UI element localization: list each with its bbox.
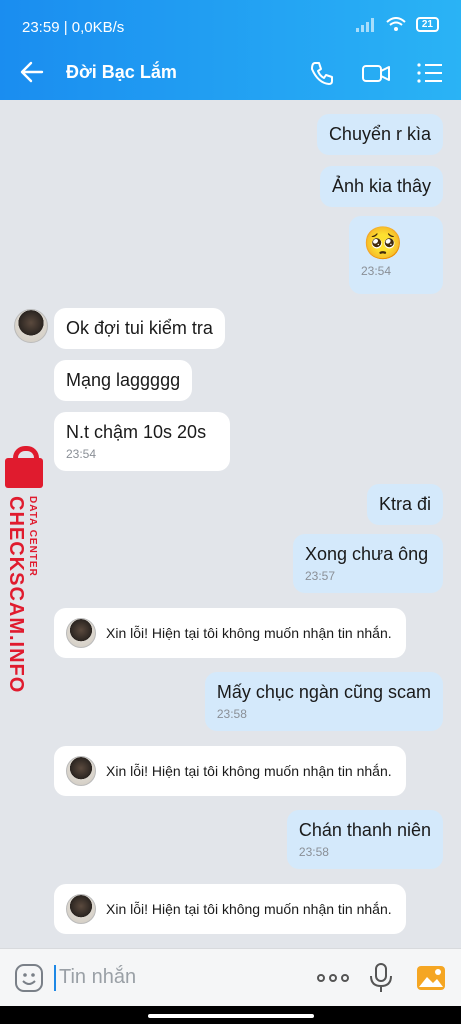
message-bubble[interactable]: Chuyển r kìa <box>316 114 443 155</box>
system-nav-bar <box>0 1006 461 1024</box>
avatar <box>66 894 96 924</box>
signal-icon <box>355 17 374 32</box>
watermark-subtext: DATA CENTER <box>27 496 38 577</box>
chat-header: Đời Bạc Lắm <box>0 46 461 100</box>
microphone-icon[interactable] <box>368 962 394 994</box>
avatar[interactable] <box>14 309 48 343</box>
status-time: 23:59 | 0,0KB/s <box>22 19 125 36</box>
message-time: 23:58 <box>216 707 247 721</box>
message-text: Chán thanh niên <box>298 820 431 840</box>
message-text: Mạng laggggg <box>66 370 181 390</box>
message-text: Mấy chục ngàn cũng scam <box>216 682 431 702</box>
header-actions <box>307 58 445 88</box>
image-gallery-icon[interactable] <box>416 963 446 993</box>
message-text: Xong chưa ông <box>305 544 429 564</box>
message-bubble[interactable]: Ktra đi <box>366 484 443 525</box>
chat-area[interactable]: Chuyển r kìa Ảnh kia thây 🥺 23:54 Ok đợi… <box>0 100 461 948</box>
message-text: Ktra đi <box>378 494 431 514</box>
auto-reply-notice: Xin lỗi! Hiện tại tôi không muốn nhận ti… <box>54 746 406 796</box>
emoji-sticker: 🥺 <box>363 225 403 261</box>
message-time: 23:54 <box>66 447 97 461</box>
message-time: 23:57 <box>305 569 336 583</box>
message-bubble[interactable]: 🥺 23:54 <box>349 216 443 294</box>
avatar <box>66 618 96 648</box>
auto-reply-notice: Xin lỗi! Hiện tại tôi không muốn nhận ti… <box>54 608 406 658</box>
auto-reply-text: Xin lỗi! Hiện tại tôi không muốn nhận ti… <box>106 763 392 779</box>
chat-title[interactable]: Đời Bạc Lắm <box>66 62 177 83</box>
status-bar: 23:59 | 0,0KB/s 21 <box>0 0 461 46</box>
watermark-text: CHECKSCAM.INFO <box>5 496 27 694</box>
home-indicator[interactable] <box>148 1014 314 1018</box>
message-time: 23:54 <box>361 264 392 278</box>
message-text: Chuyển r kìa <box>328 124 431 144</box>
status-icons: 21 <box>355 17 439 32</box>
auto-reply-text: Xin lỗi! Hiện tại tôi không muốn nhận ti… <box>106 901 392 917</box>
message-bubble[interactable]: Chán thanh niên 23:58 <box>286 810 443 869</box>
sticker-emoji-icon[interactable] <box>14 963 44 993</box>
video-call-icon[interactable] <box>361 58 391 88</box>
auto-reply-text: Xin lỗi! Hiện tại tôi không muốn nhận ti… <box>106 625 392 641</box>
message-bubble[interactable]: Ok đợi tui kiểm tra <box>54 308 225 349</box>
lock-icon <box>5 446 43 488</box>
message-input-bar: Tin nhắn <box>0 948 461 1006</box>
message-bubble[interactable]: Mạng laggggg <box>54 360 193 401</box>
wifi-icon <box>386 17 406 31</box>
message-time: 23:58 <box>298 845 329 859</box>
message-text: Ok đợi tui kiểm tra <box>66 318 213 338</box>
auto-reply-notice: Xin lỗi! Hiện tại tôi không muốn nhận ti… <box>54 884 406 934</box>
checkscam-watermark: CHECKSCAM.INFO DATA CENTER <box>0 446 46 693</box>
message-bubble[interactable]: Xong chưa ông 23:57 <box>293 534 443 593</box>
message-bubble[interactable]: Ảnh kia thây <box>319 166 443 207</box>
message-bubble[interactable]: N.t chậm 10s 20s 23:54 <box>54 412 230 471</box>
message-text: N.t chậm 10s 20s <box>66 422 207 442</box>
message-text: Ảnh kia thây <box>331 176 431 196</box>
message-input[interactable]: Tin nhắn <box>54 965 294 991</box>
phone-icon[interactable] <box>307 58 337 88</box>
avatar <box>66 756 96 786</box>
menu-list-icon[interactable] <box>415 58 445 88</box>
battery-icon: 21 <box>415 17 439 32</box>
message-bubble[interactable]: Mấy chục ngàn cũng scam 23:58 <box>204 672 443 731</box>
back-arrow-icon[interactable] <box>18 58 46 86</box>
more-options-icon[interactable] <box>316 963 350 993</box>
